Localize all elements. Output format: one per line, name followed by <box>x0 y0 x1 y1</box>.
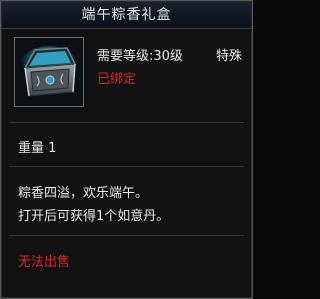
divider <box>9 235 244 236</box>
sell-status: 无法出售 <box>18 255 71 270</box>
item-tooltip: 端午粽香礼盒 需要等级:30级 特殊 已绑定 重量 1 粽香四溢，欢乐端午。 打… <box>0 0 253 299</box>
level-requirement: 需要等级:30级 <box>97 49 183 64</box>
divider <box>9 166 244 167</box>
item-description-line: 打开后可获得1个如意丹。 <box>18 209 170 224</box>
item-weight: 重量 1 <box>18 141 57 156</box>
divider <box>9 122 244 123</box>
item-icon-slot <box>14 37 84 107</box>
item-title: 端午粽香礼盒 <box>2 2 251 29</box>
treasure-chest-icon <box>15 38 83 106</box>
item-description-line: 粽香四溢，欢乐端午。 <box>18 186 149 201</box>
bind-status: 已绑定 <box>97 72 137 87</box>
item-category: 特殊 <box>216 49 243 64</box>
